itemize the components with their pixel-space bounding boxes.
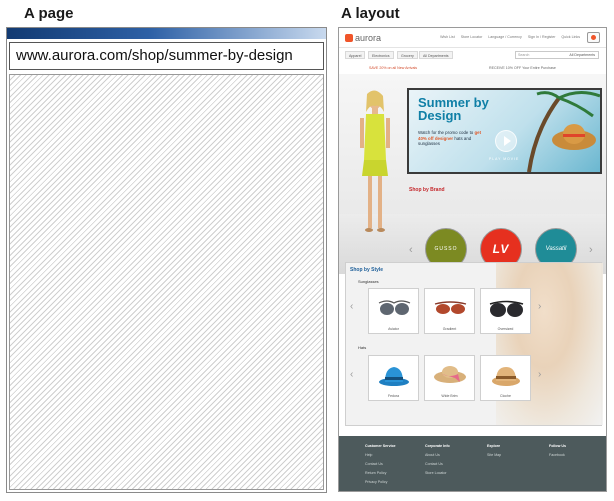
product-card[interactable]: Gradient	[424, 288, 475, 334]
sunglasses-icon	[489, 300, 524, 317]
promo-bar: SAVE 20% on all New Arrivals RECEIVE 10%…	[339, 64, 606, 72]
hero-section: Summer by Design Watch for the promo cod…	[339, 74, 606, 274]
footer-heading: Explore	[487, 444, 501, 448]
footer-link[interactable]: Site Map	[487, 451, 501, 460]
footer-link[interactable]: Facebook	[549, 451, 566, 460]
footer-link[interactable]: Privacy Policy	[365, 478, 396, 487]
footer-link[interactable]: Return Policy	[365, 469, 396, 478]
shop-by-style-title: Shop by Style	[350, 267, 384, 273]
hero-text: Watch for the promo code to get 40% off …	[418, 130, 490, 147]
footer-column: Explore Site Map	[487, 442, 501, 460]
shop-by-style-panel: Shop by Style Sunglasses ‹ Aviator Gradi…	[345, 262, 603, 426]
cart-badge	[591, 35, 596, 40]
promo-right[interactable]: RECEIVE 10% OFF Your Entire Purchase	[489, 64, 556, 72]
product-label: Wide Brim	[441, 394, 458, 398]
layout-mockup: aurora Wish List Store Locator Language …	[338, 27, 607, 492]
product-label: Oversized	[497, 327, 514, 331]
layout-heading: A layout	[341, 5, 400, 22]
hero-text-before: Watch for the promo code to	[418, 130, 474, 135]
top-link[interactable]: Language / Currency	[488, 35, 522, 39]
product-card[interactable]: Wide Brim	[424, 355, 475, 401]
site-logo[interactable]: aurora	[345, 33, 381, 43]
top-link[interactable]: Sign In / Register	[528, 35, 556, 39]
nav-tab-electronics[interactable]: Electronics	[368, 51, 394, 59]
search-placeholder: Search	[518, 53, 530, 57]
nav-tab-apparel[interactable]: Apparel	[345, 51, 366, 59]
play-icon[interactable]	[495, 130, 517, 152]
cloche-hat-icon	[492, 367, 520, 386]
footer-heading: Customer Service	[365, 444, 396, 448]
top-link[interactable]: Wish List	[440, 35, 455, 39]
page-content-area	[9, 74, 324, 490]
hero-video[interactable]: Summer by Design Watch for the promo cod…	[407, 88, 602, 174]
cart-icon[interactable]	[587, 32, 600, 43]
page-heading: A page	[24, 5, 74, 22]
address-bar[interactable]: www.aurora.com/shop/summer-by-design	[9, 42, 324, 70]
search-scope-select[interactable]: All Departments	[569, 52, 595, 59]
footer-heading: Follow Us	[549, 444, 566, 448]
footer-link[interactable]: Help	[365, 451, 396, 460]
chevron-left-icon[interactable]: ‹	[350, 369, 353, 380]
footer-column: Customer Service Help Contact Us Return …	[365, 442, 396, 487]
chevron-left-icon[interactable]: ‹	[350, 301, 353, 312]
hero-title: Summer by Design	[418, 95, 489, 123]
browser-title-bar	[7, 28, 326, 39]
model-photo	[360, 90, 390, 232]
promo-left[interactable]: SAVE 20% on all New Arrivals	[369, 64, 417, 72]
main-nav: Apparel Electronics Grocery All Departme…	[339, 50, 606, 60]
product-card[interactable]: Cloche	[480, 355, 531, 401]
product-card[interactable]: Aviator	[368, 288, 419, 334]
top-link[interactable]: Store Locator	[461, 35, 483, 39]
hats-heading: Hats	[358, 345, 367, 350]
product-card[interactable]: Fedora	[368, 355, 419, 401]
chevron-right-icon[interactable]: ›	[538, 301, 541, 312]
logo-text: aurora	[355, 33, 382, 43]
search-input[interactable]: Search All Departments	[515, 51, 599, 59]
nav-tab-all-departments[interactable]: All Departments	[419, 51, 453, 59]
chevron-right-icon[interactable]: ›	[589, 244, 593, 256]
page-mockup: www.aurora.com/shop/summer-by-design	[6, 27, 327, 493]
footer-link[interactable]: Contact Us	[425, 460, 450, 469]
sunglasses-icon	[434, 301, 467, 314]
logo-icon	[345, 34, 353, 42]
fedora-hat-icon	[379, 367, 409, 386]
product-label: Aviator	[388, 327, 399, 331]
play-movie-label[interactable]: PLAY MOVIE	[489, 157, 519, 161]
footer-column: Corporate Info About Us Contact Us Store…	[425, 442, 450, 478]
nav-tab-grocery[interactable]: Grocery	[397, 51, 418, 59]
play-triangle-icon	[504, 136, 511, 146]
sunglasses-heading: Sunglasses	[358, 279, 379, 284]
sunglasses-icon	[378, 300, 411, 315]
footer-link[interactable]: Store Locator	[425, 469, 450, 478]
top-link[interactable]: Quick Links	[561, 35, 580, 39]
footer-link[interactable]: About Us	[425, 451, 450, 460]
chevron-right-icon[interactable]: ›	[538, 369, 541, 380]
product-card[interactable]: Oversized	[480, 288, 531, 334]
footer-link[interactable]: Contact Us	[365, 460, 396, 469]
footer-column: Follow Us Facebook	[549, 442, 566, 460]
wide-brim-hat-icon	[434, 366, 466, 383]
footer-heading: Corporate Info	[425, 444, 450, 448]
product-label: Cloche	[500, 394, 511, 398]
chevron-left-icon[interactable]: ‹	[409, 244, 413, 256]
site-header: aurora Wish List Store Locator Language …	[339, 28, 606, 48]
product-label: Fedora	[387, 394, 400, 398]
product-label: Gradient	[442, 327, 457, 331]
top-links: Wish List Store Locator Language / Curre…	[435, 35, 580, 39]
site-footer: Customer Service Help Contact Us Return …	[339, 436, 606, 491]
shop-by-brand-title: Shop by Brand	[409, 187, 445, 193]
